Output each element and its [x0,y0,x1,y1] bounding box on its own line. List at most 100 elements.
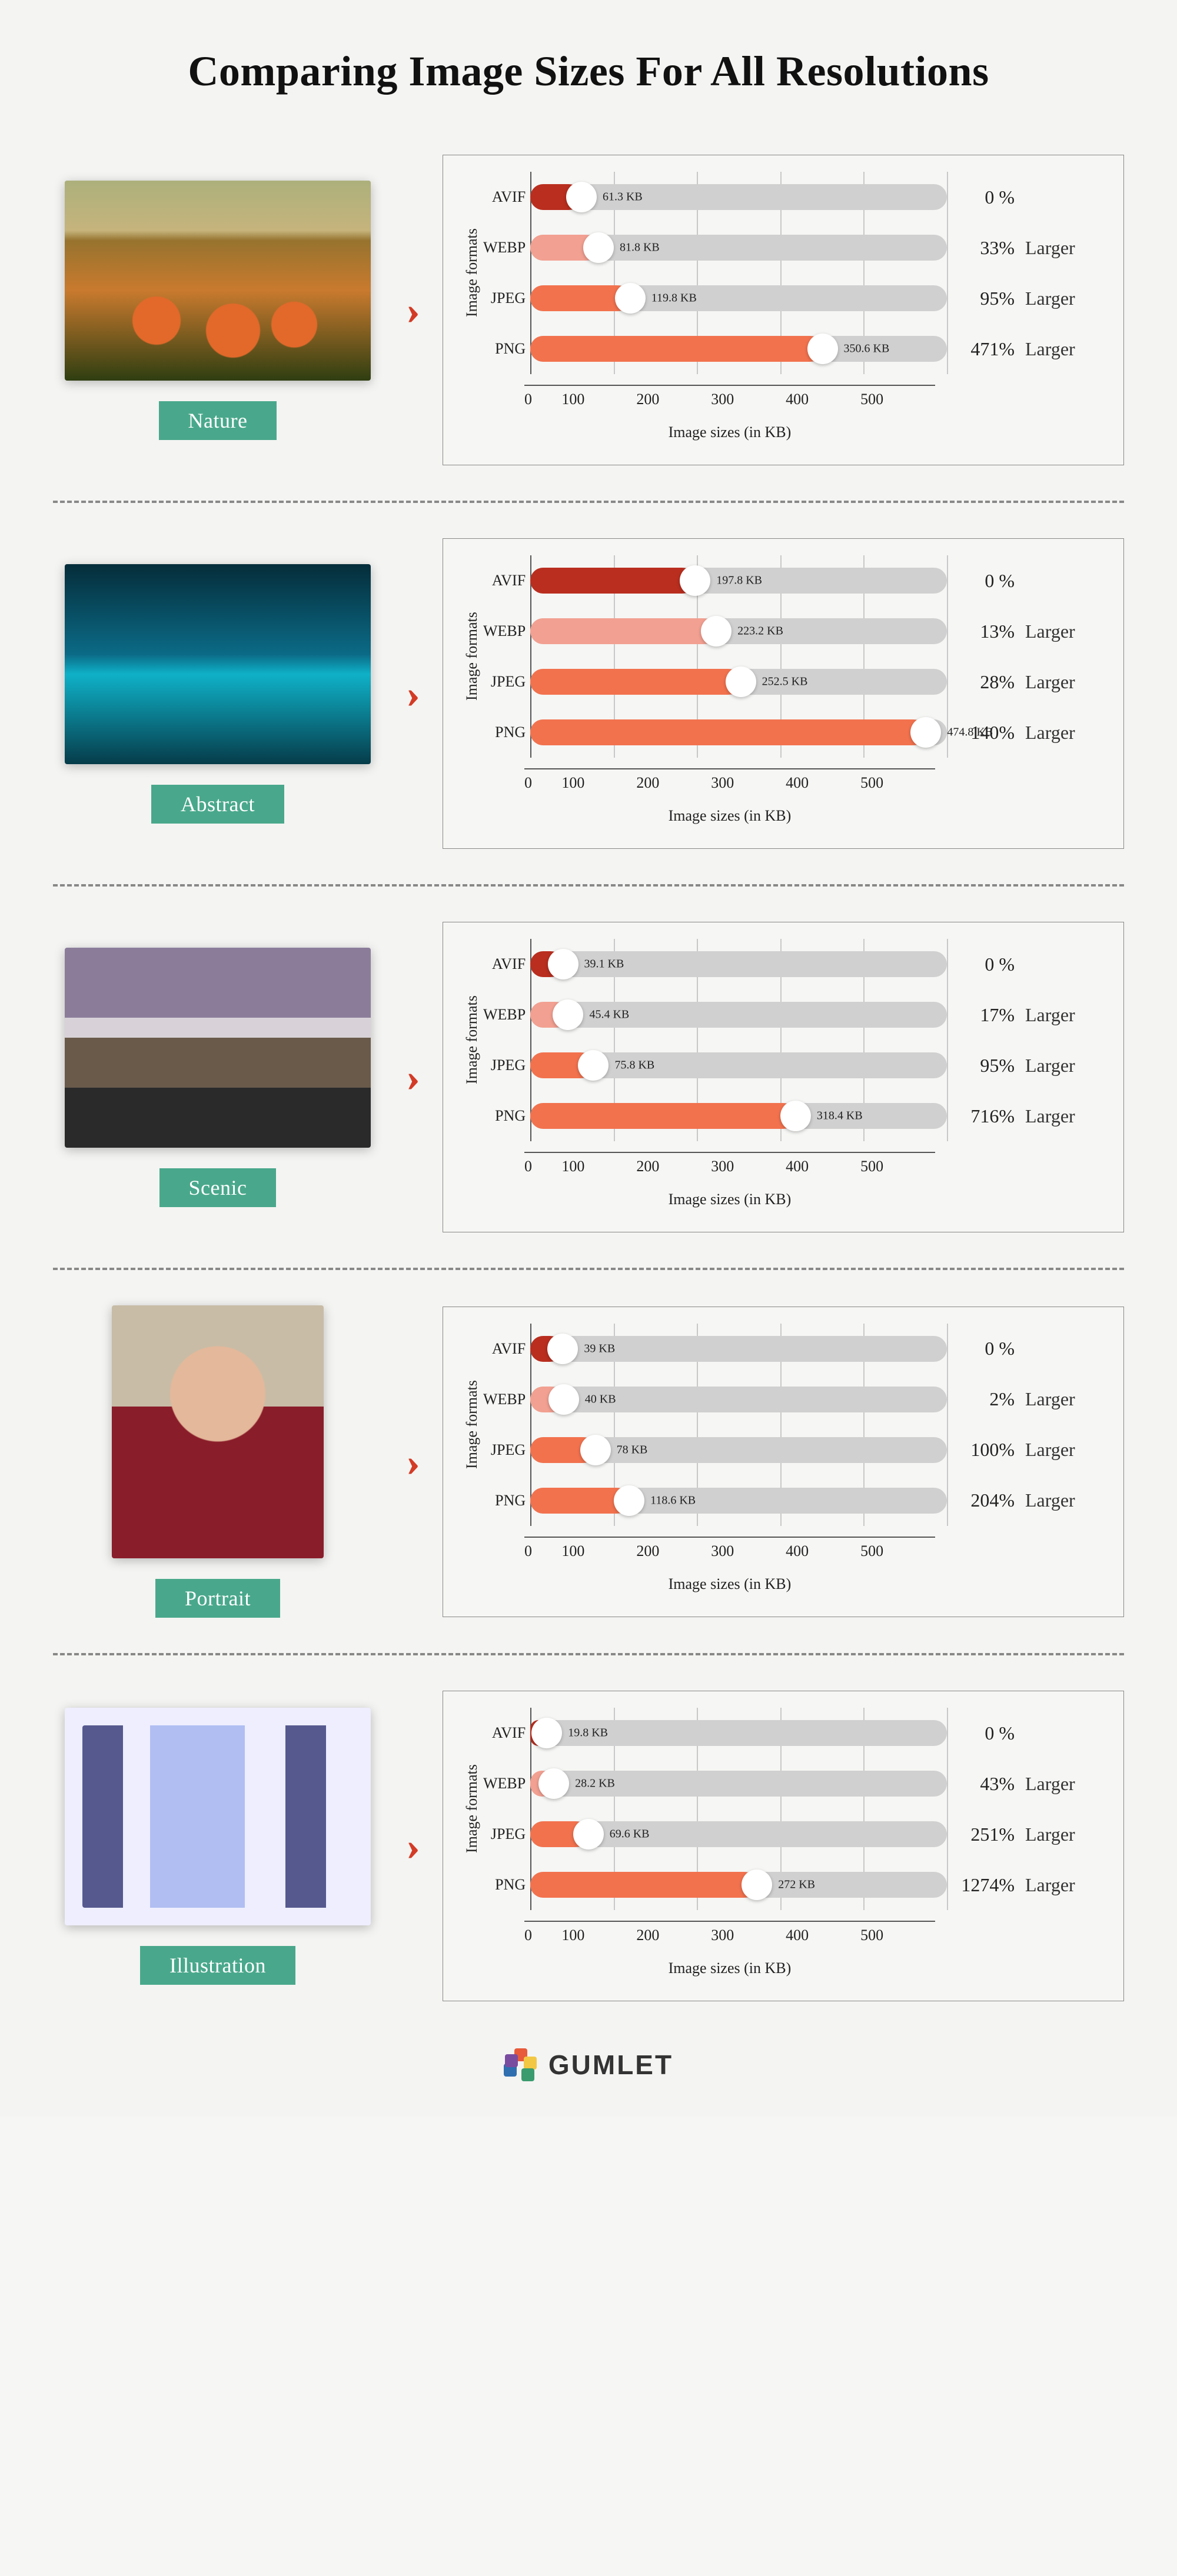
bar-track: 28.2 KB [530,1771,947,1797]
chart-box: Image formatsAVIFWEBPJPEGPNG197.8 KB223.… [443,538,1124,849]
larger-label: Larger [1025,1874,1075,1896]
bar-endcap-icon [614,1485,644,1516]
bar-track: 252.5 KB [530,669,947,695]
thumbnail-column: Scenic [53,948,383,1207]
x-tick: 300 [711,774,786,792]
bar-endcap-icon [553,999,583,1030]
infographic-page: Comparing Image Sizes For All Resolution… [0,0,1177,2117]
bar-value-label: 81.8 KB [620,241,660,255]
larger-label: Larger [1025,1489,1075,1511]
percent-value: 0 % [959,1722,1015,1744]
bar-fill [530,669,740,695]
bar-row: 350.6 KB [530,324,947,374]
chevron-right-icon: ››› [406,1442,419,1482]
x-tick: 200 [636,774,711,792]
y-axis-label: Image formats [461,166,483,380]
chart-column: Image formatsAVIFWEBPJPEGPNG197.8 KB223.… [443,538,1124,849]
bar-endcap-icon [531,1718,562,1748]
chevron-right-icon: ››› [406,290,419,330]
x-tick: 200 [636,1158,711,1175]
percent-value: 716% [959,1105,1015,1127]
bars-area: 39.1 KB45.4 KB75.8 KB318.4 KB [530,933,947,1147]
bar-value-label: 75.8 KB [614,1059,654,1072]
x-axis: 0100200300400500 [524,1921,935,1940]
chevron-right-icon: ››› [406,674,419,714]
y-tick: PNG [483,324,526,374]
bar-track: 75.8 KB [530,1052,947,1078]
y-tick: AVIF [483,1324,526,1374]
y-tick: PNG [483,1859,526,1910]
percent-value: 0 % [959,186,1015,208]
bar-endcap-icon [547,1334,578,1364]
page-title: Comparing Image Sizes For All Resolution… [53,47,1124,96]
y-axis-label: Image formats [461,549,483,764]
bar-fill [530,1103,796,1129]
sections-container: Nature›››Image formatsAVIFWEBPJPEGPNG61.… [53,155,1124,2001]
x-tick: 100 [561,391,636,408]
bar-endcap-icon [742,1869,772,1900]
larger-label: Larger [1025,338,1075,360]
x-tick: 400 [786,391,860,408]
chart-box: Image formatsAVIFWEBPJPEGPNG19.8 KB28.2 … [443,1691,1124,2001]
percent-value: 204% [959,1489,1015,1511]
thumbnail-image [65,948,371,1148]
y-axis-label: Image formats [461,933,483,1147]
x-tick: 500 [860,1542,935,1560]
bar-row: 118.6 KB [530,1475,947,1526]
bar-endcap-icon [726,667,756,697]
y-tick: AVIF [483,555,526,606]
percent-row: 95%Larger [959,273,1106,324]
y-tick: JPEG [483,1425,526,1475]
section-illustration: Illustration›››Image formatsAVIFWEBPJPEG… [53,1691,1124,2001]
chart-column: Image formatsAVIFWEBPJPEGPNG19.8 KB28.2 … [443,1691,1124,2001]
y-tick: WEBP [483,1758,526,1809]
x-axis: 0100200300400500 [524,1152,935,1171]
bar-endcap-icon [701,616,732,647]
section-abstract: Abstract›››Image formatsAVIFWEBPJPEGPNG1… [53,538,1124,849]
bar-endcap-icon [573,1819,604,1849]
bar-track: 61.3 KB [530,184,947,210]
bar-endcap-icon [566,182,597,212]
bar-row: 197.8 KB [530,555,947,606]
bar-row: 318.4 KB [530,1091,947,1141]
bar-value-label: 69.6 KB [610,1828,650,1841]
percent-row: 33%Larger [959,222,1106,273]
larger-label: Larger [1025,1105,1075,1127]
bar-track: 118.6 KB [530,1488,947,1514]
chart-column: Image formatsAVIFWEBPJPEGPNG39.1 KB45.4 … [443,922,1124,1232]
percent-row: 2%Larger [959,1374,1106,1425]
bar-track: 45.4 KB [530,1002,947,1028]
section-divider [53,1653,1124,1655]
percent-value: 471% [959,338,1015,360]
x-tick: 0 [524,1542,561,1560]
bar-value-label: 272 KB [778,1878,815,1892]
percent-row: 28% Larger [959,657,1106,707]
x-tick: 0 [524,1158,561,1175]
y-tick: AVIF [483,939,526,989]
larger-label: Larger [1025,671,1075,693]
x-axis: 0100200300400500 [524,385,935,404]
bar-track: 40 KB [530,1387,947,1412]
percent-value: 0 % [959,1338,1015,1359]
percent-row: 204% Larger [959,1475,1106,1526]
bar-row: 81.8 KB [530,222,947,273]
y-tick-labels: AVIFWEBPJPEGPNG [483,933,530,1147]
percent-value: 28% [959,671,1015,693]
percent-row: 251%Larger [959,1809,1106,1859]
y-tick: AVIF [483,172,526,222]
larger-label: Larger [1025,288,1075,309]
chevron-right-icon: ››› [406,1057,419,1097]
bar-endcap-icon [548,949,578,979]
bar-track: 78 KB [530,1437,947,1463]
chart-box: Image formatsAVIFWEBPJPEGPNG39.1 KB45.4 … [443,922,1124,1232]
percent-row: 17%Larger [959,989,1106,1040]
category-badge: Portrait [155,1579,280,1618]
bar-value-label: 350.6 KB [844,342,890,356]
bar-row: 78 KB [530,1425,947,1475]
footer: GUMLET [53,2048,1124,2081]
bar-track: 197.8 KB [530,568,947,594]
thumbnail-image [65,564,371,764]
bar-track: 39 KB [530,1336,947,1362]
bar-row: 69.6 KB [530,1809,947,1859]
x-tick: 300 [711,1927,786,1944]
